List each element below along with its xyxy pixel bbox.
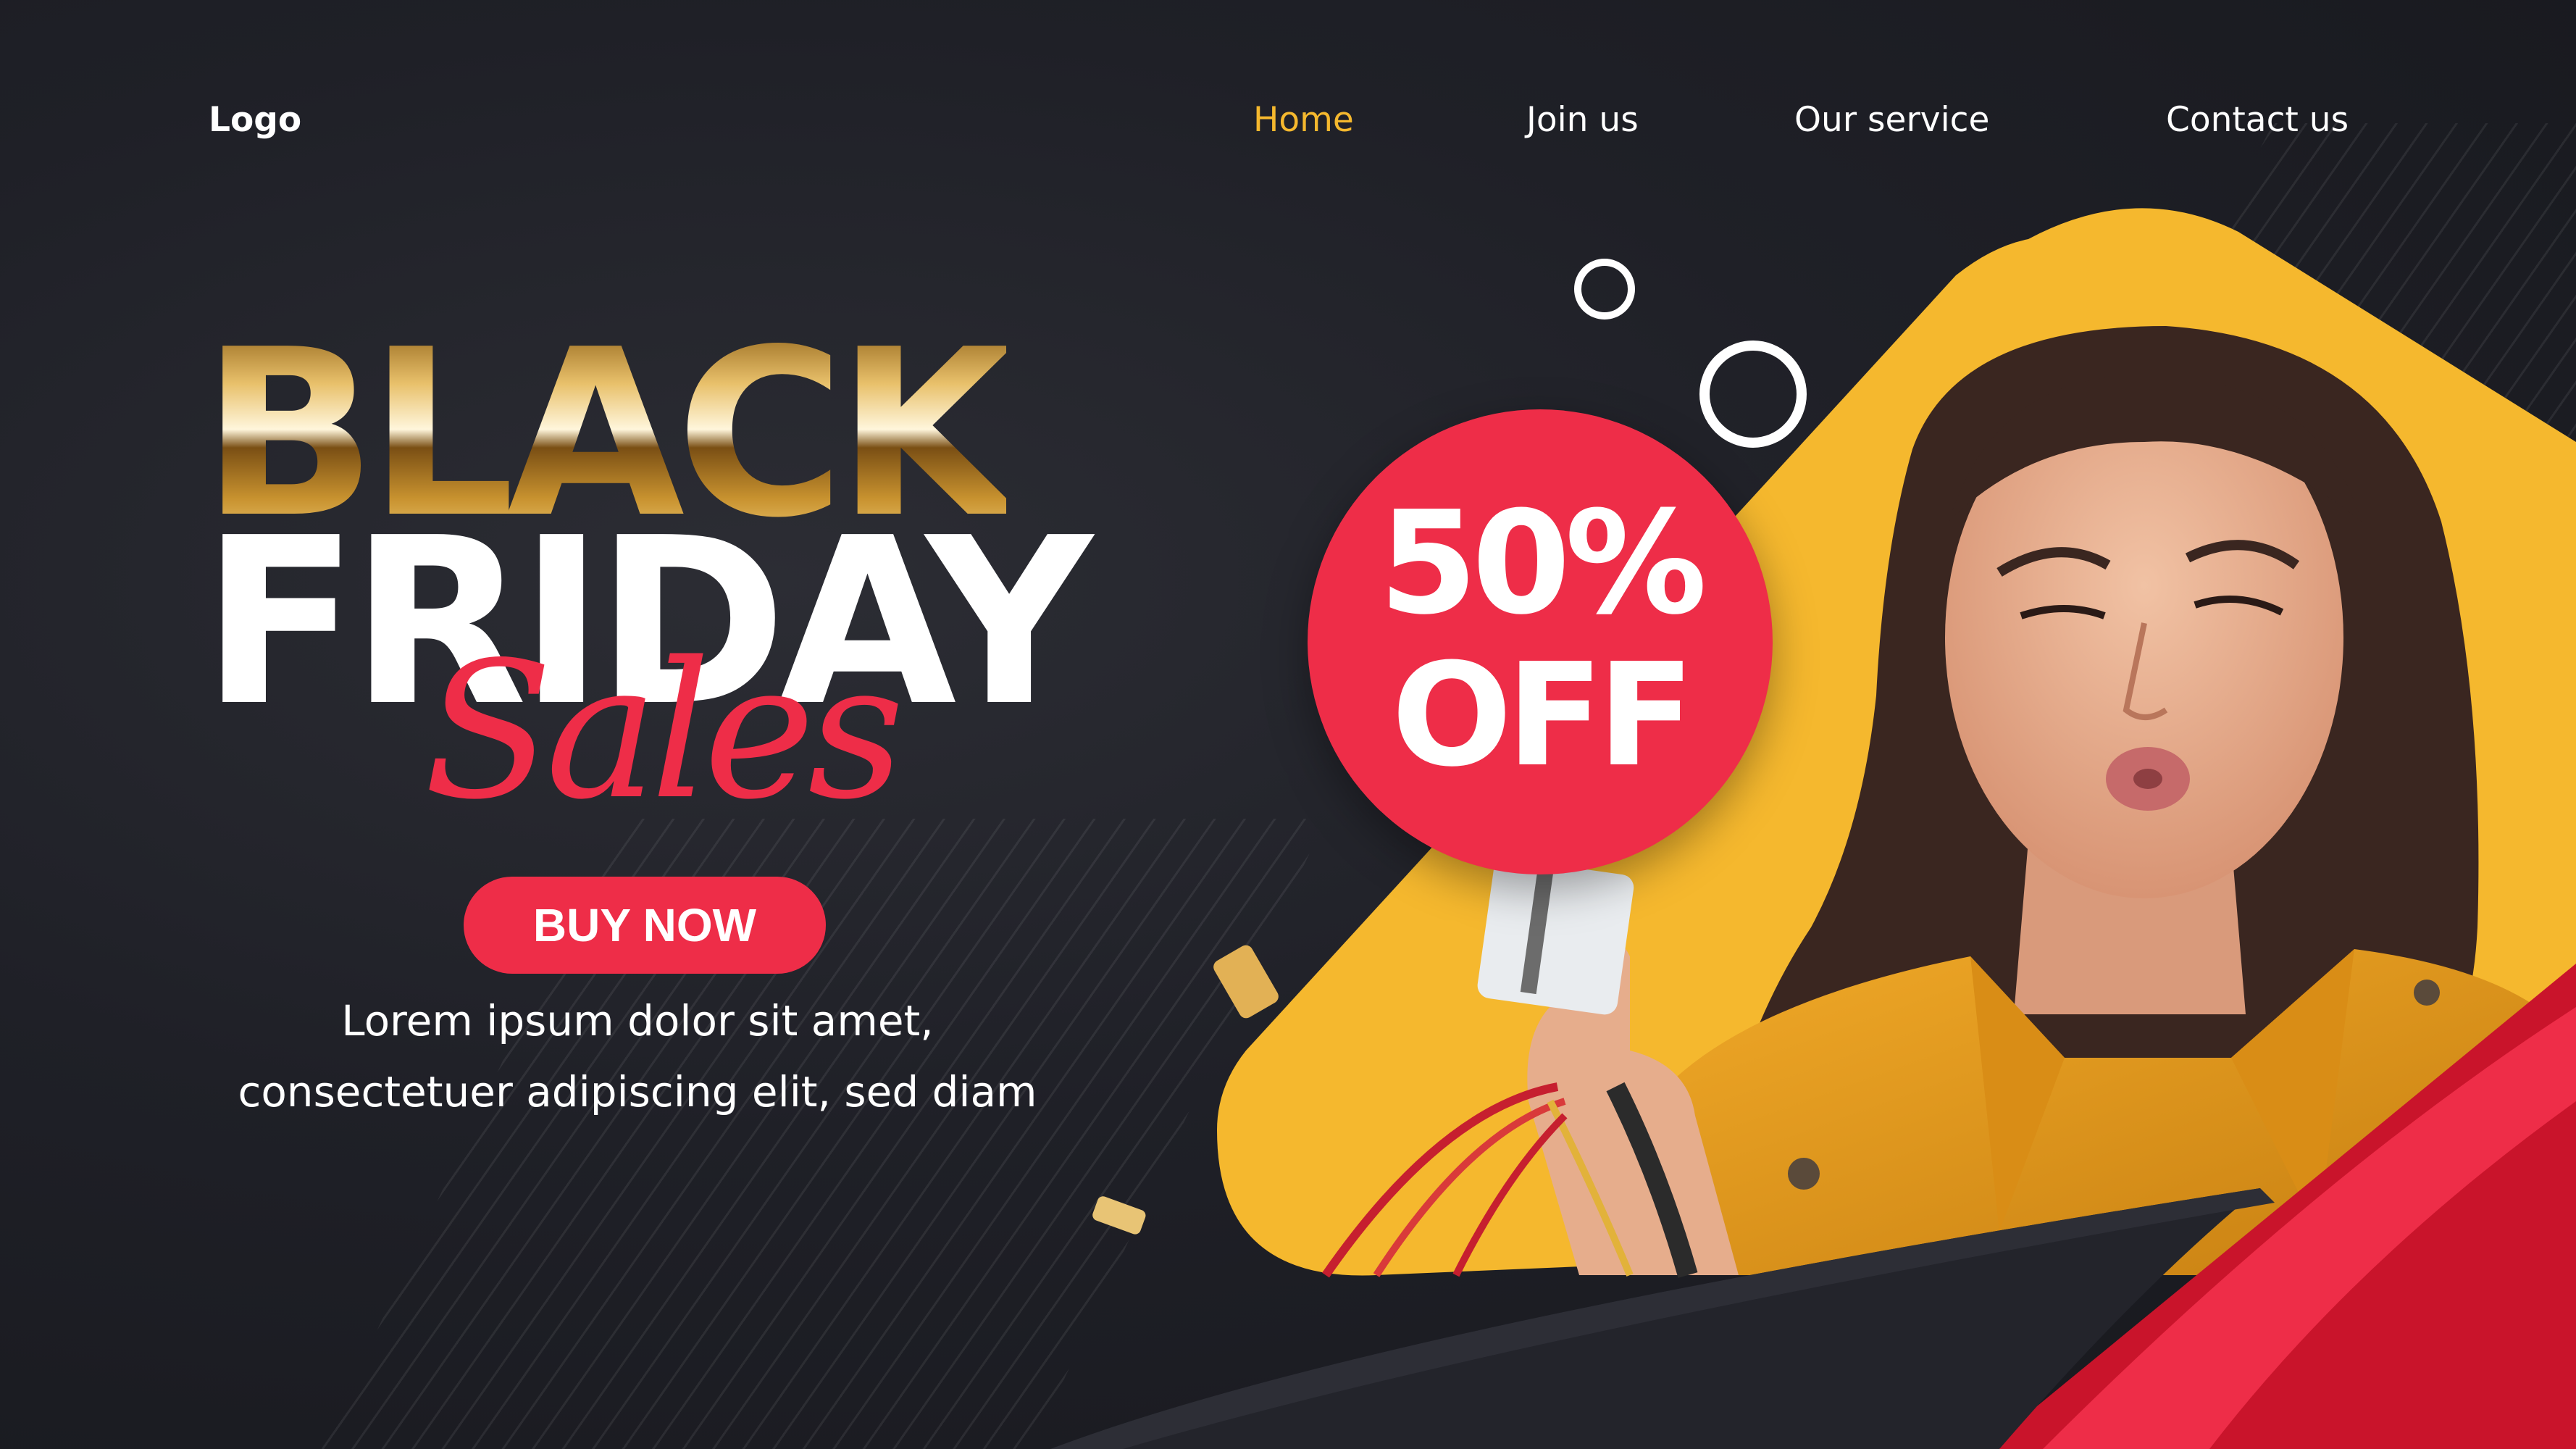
headline-sales: Sales xyxy=(424,622,905,841)
circle-outline-icon xyxy=(1699,341,1807,448)
buy-now-button[interactable]: BUY NOW xyxy=(464,877,826,974)
discount-badge: 50% OFF xyxy=(1308,409,1773,874)
discount-percent: 50% xyxy=(1379,481,1707,646)
nav-item-home[interactable]: Home xyxy=(1253,100,1354,140)
description-line-2: consectetuer adipiscing elit, sed diam xyxy=(238,1067,1037,1116)
nav-item-join-us[interactable]: Join us xyxy=(1526,100,1639,140)
discount-off-label: OFF xyxy=(1391,633,1694,798)
description-line-1: Lorem ipsum dolor sit amet, xyxy=(341,996,934,1045)
landing-page: Logo Home Join us Our service Contact us… xyxy=(0,0,2576,1449)
logo[interactable]: Logo xyxy=(209,100,301,140)
nav-item-our-service[interactable]: Our service xyxy=(1794,100,1989,140)
nav-item-contact-us[interactable]: Contact us xyxy=(2166,100,2349,140)
circle-outline-icon xyxy=(1574,259,1635,320)
